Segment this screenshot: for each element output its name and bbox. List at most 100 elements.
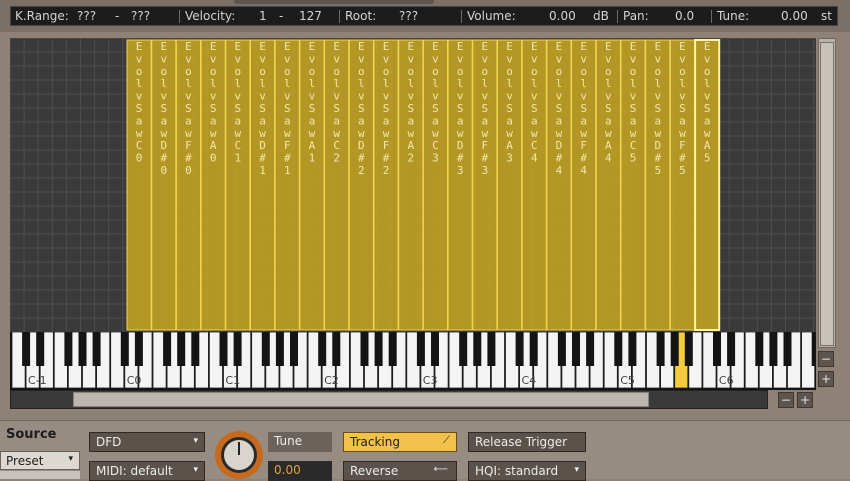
black-key[interactable] xyxy=(191,332,200,366)
mode-select[interactable]: DFD ▾ xyxy=(89,432,205,452)
tune-knob[interactable] xyxy=(214,430,264,480)
release-trigger-button[interactable]: Release Trigger xyxy=(468,432,586,452)
zone-label-char: w xyxy=(259,127,266,140)
zone-label-char: v xyxy=(531,90,538,103)
black-key[interactable] xyxy=(219,332,228,366)
black-key[interactable] xyxy=(374,332,383,366)
piano-keys[interactable]: C-1 C0 C1 C2 C3 C4 C5 C6 xyxy=(10,332,816,390)
mapping-editor[interactable]: Ev o l v Sa w C 0 Ev o l v Sa w D #0 Ev o l v Sa w F #0 Ev o l v Sa w… xyxy=(10,38,816,332)
black-key[interactable] xyxy=(586,332,595,366)
keyboard[interactable]: C-1 C0 C1 C2 C3 C4 C5 C6 xyxy=(10,332,816,390)
zone-label-char: E xyxy=(630,40,637,53)
black-key[interactable] xyxy=(134,332,143,366)
zone-label-char: F xyxy=(679,139,686,152)
octave-label: C2 xyxy=(324,374,339,387)
zone-label-char: F xyxy=(383,139,390,152)
black-key[interactable] xyxy=(572,332,580,366)
reverse-button[interactable]: Reverse ⟵ xyxy=(343,461,457,481)
black-key[interactable] xyxy=(92,332,101,366)
black-key[interactable] xyxy=(755,332,764,366)
black-key[interactable] xyxy=(684,332,693,366)
zone-label-char: 5 xyxy=(630,152,637,165)
midi-select-value: MIDI: default xyxy=(96,464,173,478)
zone-label-char: E xyxy=(333,40,340,53)
horizontal-zoom-out-button[interactable]: − xyxy=(778,392,794,408)
black-key[interactable] xyxy=(332,332,341,366)
black-key[interactable] xyxy=(713,332,721,366)
black-key[interactable] xyxy=(628,332,637,366)
zone-label-char: C xyxy=(432,139,439,152)
vertical-scroll-thumb[interactable] xyxy=(820,42,834,346)
zone-label-char: l xyxy=(679,77,686,90)
black-key[interactable] xyxy=(360,332,369,366)
preset-dropdown[interactable]: Preset ▾ xyxy=(0,451,80,470)
black-key[interactable] xyxy=(275,332,284,366)
horizontal-zoom-in-button[interactable]: + xyxy=(797,392,813,408)
chevron-down-icon: ▾ xyxy=(574,465,579,475)
black-key[interactable] xyxy=(78,332,87,366)
zone-label-char: v xyxy=(358,52,365,65)
zone-label-char: 1 xyxy=(309,152,316,165)
black-key[interactable] xyxy=(670,332,679,366)
black-key[interactable] xyxy=(487,332,496,366)
black-key[interactable] xyxy=(163,332,172,366)
black-key[interactable] xyxy=(290,332,298,366)
black-key[interactable] xyxy=(727,332,736,366)
zone-label-char: o xyxy=(407,65,414,78)
black-key[interactable] xyxy=(177,332,186,366)
zone-label-char: w xyxy=(630,127,637,140)
black-key[interactable] xyxy=(233,332,242,366)
zone-label-char: o xyxy=(284,65,291,78)
midi-select[interactable]: MIDI: default ▾ xyxy=(89,461,205,481)
black-key[interactable] xyxy=(656,332,665,366)
zone-label-char: S xyxy=(630,102,637,115)
zone-label-char: w xyxy=(482,127,489,140)
zone-label-char: E xyxy=(531,40,538,53)
zone-label-char: w xyxy=(654,127,661,140)
black-key[interactable] xyxy=(388,332,397,366)
horizontal-scrollbar[interactable] xyxy=(10,390,768,409)
zone-label-char: a xyxy=(482,114,489,127)
zone-label-char: S xyxy=(679,102,686,115)
black-key[interactable] xyxy=(120,332,129,366)
zone-label-char: w xyxy=(235,127,242,140)
zone-label-char: D xyxy=(457,139,464,152)
vertical-scrollbar[interactable] xyxy=(818,38,836,348)
volume-unit: dB xyxy=(593,9,609,23)
black-key[interactable] xyxy=(431,332,439,366)
zone-label-char: a xyxy=(531,114,538,127)
black-key[interactable] xyxy=(261,332,270,366)
black-key[interactable] xyxy=(459,332,468,366)
zone-label-char: S xyxy=(333,102,340,115)
black-key[interactable] xyxy=(22,332,31,366)
zone-label-char: l xyxy=(259,77,266,90)
hqi-select[interactable]: HQI: standard ▾ xyxy=(468,461,586,481)
zone-label-char: v xyxy=(358,90,365,103)
black-key[interactable] xyxy=(416,332,425,366)
black-key[interactable] xyxy=(473,332,482,366)
zone-label-char: C xyxy=(630,139,637,152)
root-value: ??? xyxy=(399,9,419,23)
zone-grid[interactable]: EvolvSawC0EvolvSawD#0EvolvSawF#0EvolvSaw… xyxy=(10,38,816,332)
tune-value-field[interactable]: 0.00 xyxy=(268,461,332,481)
black-key[interactable] xyxy=(64,332,73,366)
vertical-zoom-out-button[interactable]: − xyxy=(818,351,834,367)
zone-label-char: w xyxy=(136,127,143,140)
black-key[interactable] xyxy=(529,332,538,366)
horizontal-scroll-thumb[interactable] xyxy=(73,392,649,407)
black-key[interactable] xyxy=(318,332,327,366)
tracking-button[interactable]: Tracking ⟋ xyxy=(343,432,457,452)
vertical-zoom-in-button[interactable]: + xyxy=(818,371,834,387)
black-key[interactable] xyxy=(811,332,816,366)
black-key[interactable] xyxy=(515,332,524,366)
black-key[interactable] xyxy=(557,332,566,366)
black-key[interactable] xyxy=(614,332,623,366)
black-key[interactable] xyxy=(36,332,45,366)
zone-label-char: # xyxy=(580,152,587,165)
octave-label: C4 xyxy=(522,374,537,387)
zone-label-char: A xyxy=(605,139,612,152)
zone-label-char: v xyxy=(136,90,143,103)
black-key[interactable] xyxy=(783,332,792,366)
black-key[interactable] xyxy=(769,332,778,366)
zone-label-char: o xyxy=(333,65,340,78)
